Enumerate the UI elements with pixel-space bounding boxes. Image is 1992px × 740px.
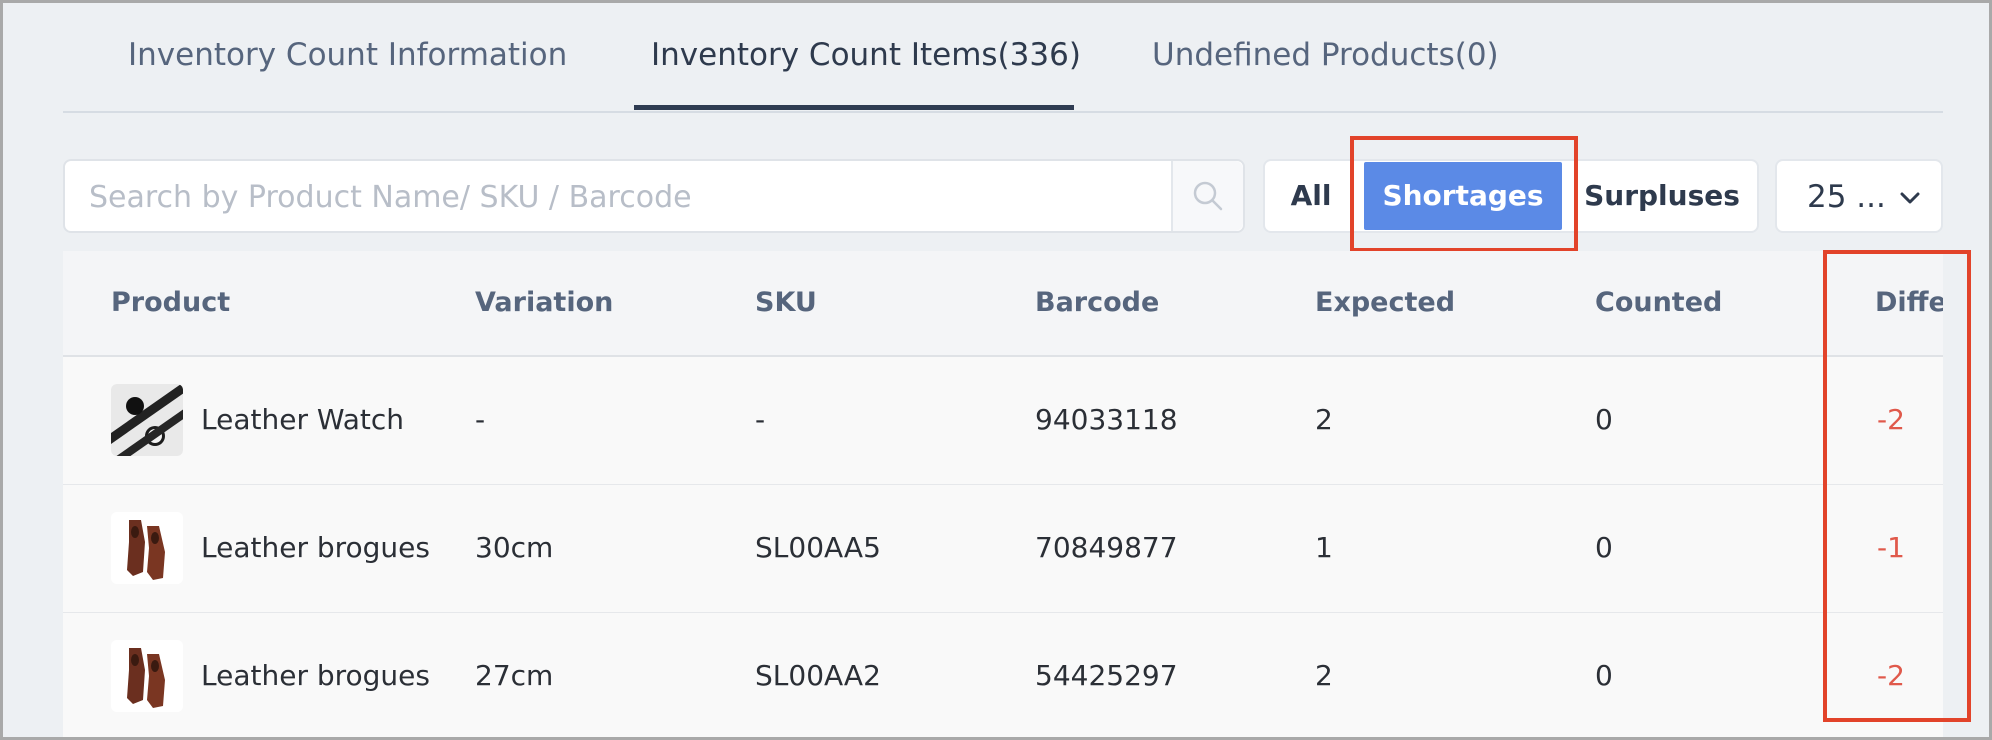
column-header-sku[interactable]: SKU bbox=[755, 287, 817, 318]
sku-value: SL00AA5 bbox=[755, 531, 881, 564]
barcode-value: 70849877 bbox=[1035, 531, 1178, 564]
inventory-items-table: Product Variation SKU Barcode Expected C… bbox=[63, 251, 1943, 737]
table-row[interactable]: Leather brogues 27cm SL00AA2 54425297 2 … bbox=[63, 613, 1943, 737]
expected-value: 1 bbox=[1315, 531, 1333, 564]
filter-surpluses-button[interactable]: Surpluses bbox=[1565, 161, 1759, 231]
search-box bbox=[63, 159, 1245, 233]
search-icon bbox=[1193, 181, 1223, 211]
search-input[interactable] bbox=[87, 161, 1171, 233]
table-row[interactable]: Leather brogues 30cm SL00AA5 70849877 1 … bbox=[63, 485, 1943, 614]
difference-value: -2 bbox=[1877, 659, 1905, 692]
column-header-variation[interactable]: Variation bbox=[475, 287, 613, 318]
difference-value: -2 bbox=[1877, 403, 1905, 436]
filter-all-button[interactable]: All bbox=[1265, 161, 1357, 231]
column-header-barcode[interactable]: Barcode bbox=[1035, 287, 1159, 318]
watch-thumbnail bbox=[111, 384, 183, 456]
table-row[interactable]: Leather Watch - - 94033118 2 0 -2 bbox=[63, 357, 1943, 486]
column-header-expected[interactable]: Expected bbox=[1315, 287, 1455, 318]
shoe-thumbnail bbox=[111, 640, 183, 712]
page-size-value: 25 ... bbox=[1807, 179, 1886, 215]
counted-value: 0 bbox=[1595, 403, 1613, 436]
sku-value: - bbox=[755, 403, 766, 436]
barcode-value: 94033118 bbox=[1035, 403, 1178, 436]
tab-bar: Inventory Count Information Inventory Co… bbox=[63, 3, 1943, 113]
sku-value: SL00AA2 bbox=[755, 659, 881, 692]
app-frame: Inventory Count Information Inventory Co… bbox=[3, 3, 1989, 737]
filter-shortages-button[interactable]: Shortages bbox=[1364, 162, 1562, 230]
page-size-select[interactable]: 25 ... bbox=[1775, 159, 1943, 233]
search-button[interactable] bbox=[1171, 161, 1243, 231]
active-tab-indicator bbox=[634, 105, 1074, 110]
tab-inventory-count-items[interactable]: Inventory Count Items(336) bbox=[651, 37, 1081, 73]
table-header: Product Variation SKU Barcode Expected C… bbox=[63, 251, 1943, 357]
expected-value: 2 bbox=[1315, 659, 1333, 692]
column-header-product[interactable]: Product bbox=[111, 287, 230, 318]
filter-segmented-control: All Shortages Surpluses bbox=[1263, 159, 1759, 233]
product-name: Leather brogues bbox=[201, 531, 430, 564]
variation-value: 30cm bbox=[475, 531, 554, 564]
difference-value: -1 bbox=[1877, 531, 1905, 564]
shoe-thumbnail bbox=[111, 512, 183, 584]
barcode-value: 54425297 bbox=[1035, 659, 1178, 692]
product-name: Leather Watch bbox=[201, 403, 405, 436]
variation-value: - bbox=[475, 403, 486, 436]
column-header-counted[interactable]: Counted bbox=[1595, 287, 1722, 318]
product-name: Leather brogues bbox=[201, 659, 430, 692]
expected-value: 2 bbox=[1315, 403, 1333, 436]
tab-undefined-products[interactable]: Undefined Products(0) bbox=[1152, 37, 1499, 73]
counted-value: 0 bbox=[1595, 531, 1613, 564]
chevron-down-icon bbox=[1900, 192, 1920, 204]
variation-value: 27cm bbox=[475, 659, 554, 692]
counted-value: 0 bbox=[1595, 659, 1613, 692]
column-header-difference[interactable]: Diffe bbox=[1875, 287, 1943, 318]
tab-inventory-count-information[interactable]: Inventory Count Information bbox=[128, 37, 567, 73]
